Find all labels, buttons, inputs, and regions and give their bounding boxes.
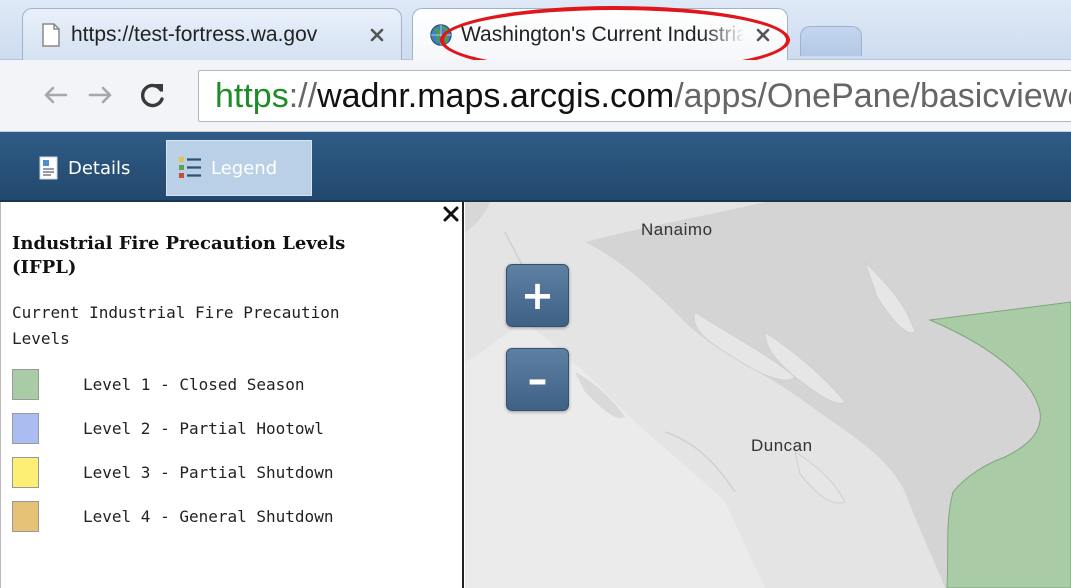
tab-title: https://test-fortress.wa.gov (71, 22, 318, 46)
legend-swatch-level-3 (12, 456, 39, 488)
map-place-label: Duncan (751, 436, 813, 455)
details-button[interactable]: Details (28, 140, 154, 196)
back-arrow-icon[interactable] (40, 80, 70, 110)
browser-tab-ifpl[interactable]: Washington's Current Industrial Fire Pre… (412, 8, 788, 60)
close-tab-icon[interactable] (367, 25, 387, 45)
legend-item: Level 3 - Partial Shutdown (12, 450, 442, 494)
legend-label: Legend (211, 157, 278, 179)
legend-item-label: Level 4 - General Shutdown (83, 506, 334, 526)
page-icon (42, 22, 60, 47)
close-tab-icon[interactable] (753, 25, 773, 45)
legend-item-label: Level 2 - Partial Hootowl (83, 418, 324, 438)
minus-icon: – (527, 356, 548, 403)
new-tab-button[interactable] (800, 26, 862, 56)
legend-list-icon (179, 157, 201, 178)
map-place-label: Nanaimo (641, 220, 713, 239)
url-host: wadnr.maps.arcgis.com (317, 76, 675, 115)
legend-item: Level 2 - Partial Hootowl (12, 406, 442, 450)
reload-icon[interactable] (138, 80, 168, 110)
forward-arrow-icon[interactable] (86, 80, 116, 110)
legend-item-label: Level 1 - Closed Season (83, 374, 305, 394)
url-text: https://wadnr.maps.arcgis.com/apps/OnePa… (215, 77, 1071, 116)
browser-tab-strip: https://test-fortress.wa.gov Washington'… (0, 0, 1071, 60)
address-bar[interactable]: https://wadnr.maps.arcgis.com/apps/OnePa… (198, 70, 1071, 122)
legend-swatch-level-2 (12, 412, 39, 444)
close-panel-icon[interactable] (441, 204, 461, 224)
legend-layer-title: Industrial Fire Precaution Levels (IFPL) (12, 233, 346, 278)
zoom-in-button[interactable]: + (506, 264, 569, 327)
map-view[interactable]: + – Nanaimo Duncan (465, 202, 1071, 588)
browser-toolbar: https://wadnr.maps.arcgis.com/apps/OnePa… (0, 60, 1071, 132)
legend-button[interactable]: Legend (166, 140, 312, 196)
globe-icon (430, 23, 452, 46)
url-scheme: https (215, 76, 289, 115)
tab-title: Washington's Current Industrial Fire Pre… (461, 22, 745, 46)
legend-swatch-level-4 (12, 500, 39, 532)
document-icon (39, 156, 58, 180)
url-separator: :// (288, 76, 318, 115)
details-label: Details (68, 157, 131, 179)
legend-item: Level 4 - General Shutdown (12, 494, 442, 538)
legend-item: Level 1 - Closed Season (12, 362, 442, 406)
app-header-bar: Details Legend (0, 132, 1071, 202)
legend-panel: Industrial Fire Precaution Levels (IFPL)… (0, 202, 464, 588)
plus-icon: + (520, 272, 555, 319)
legend-layer-subtitle: Current Industrial Fire Precaution Level… (12, 303, 340, 348)
legend-item-label: Level 3 - Partial Shutdown (83, 462, 334, 482)
url-path: /apps/OnePane/basicviewer (674, 76, 1071, 115)
legend-swatch-level-1 (12, 368, 39, 400)
legend-list: Level 1 - Closed Season Level 2 - Partia… (12, 362, 442, 538)
browser-tab-test-fortress[interactable]: https://test-fortress.wa.gov (22, 8, 402, 60)
zoom-out-button[interactable]: – (506, 348, 569, 411)
